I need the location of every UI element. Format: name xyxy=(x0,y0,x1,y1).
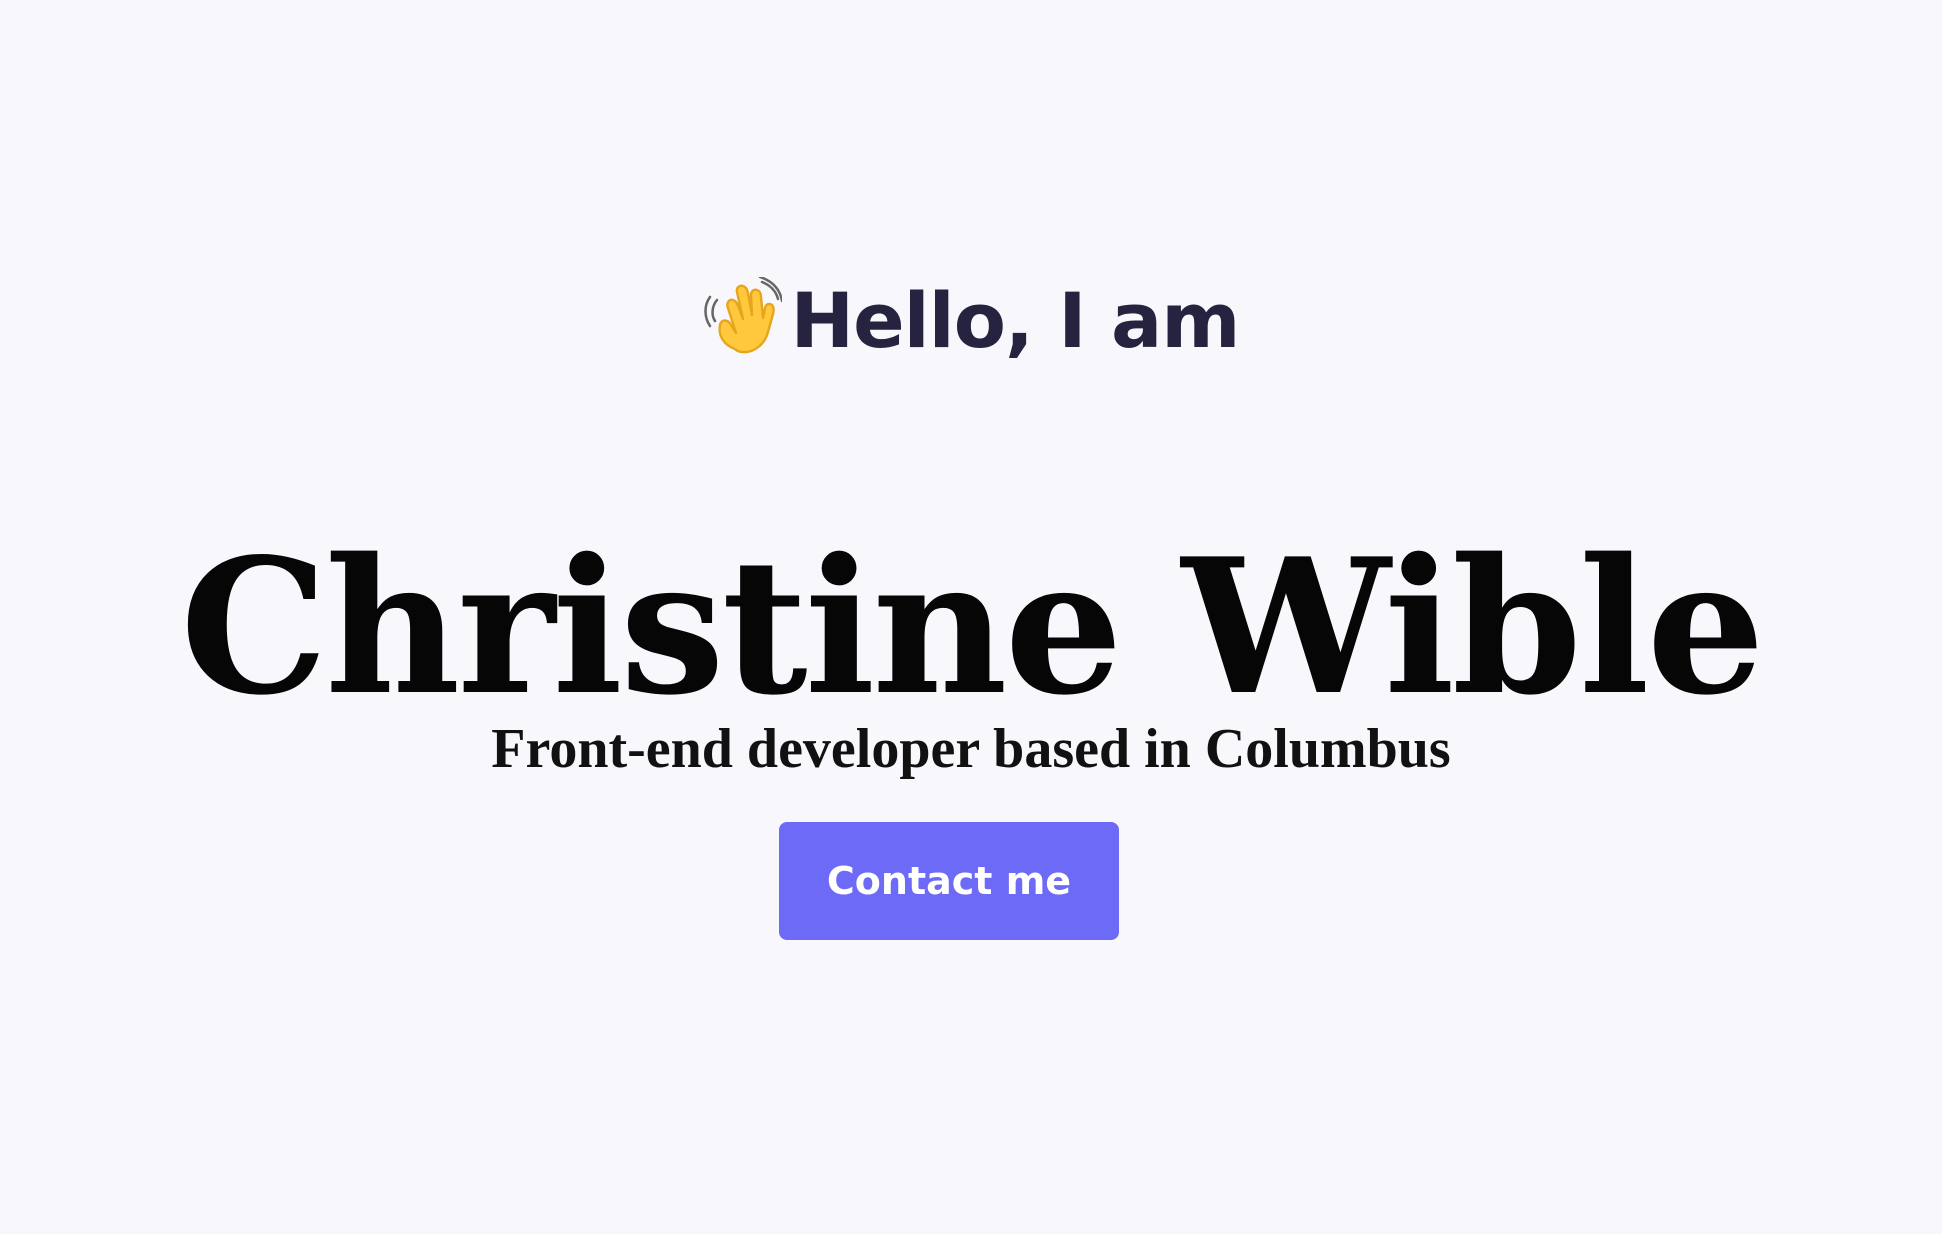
contact-me-button[interactable]: Contact me xyxy=(779,822,1119,940)
waving-hand-icon xyxy=(702,275,784,357)
hero-subtitle: Front-end developer based in Columbus xyxy=(491,718,1451,780)
greeting-line: Hello, I am xyxy=(0,275,1942,367)
hero-section: Hello, I am Christine Wible Front-end de… xyxy=(0,0,1942,1234)
greeting-text: Hello, I am xyxy=(790,276,1240,365)
hero-name: Christine Wible xyxy=(180,516,1765,736)
